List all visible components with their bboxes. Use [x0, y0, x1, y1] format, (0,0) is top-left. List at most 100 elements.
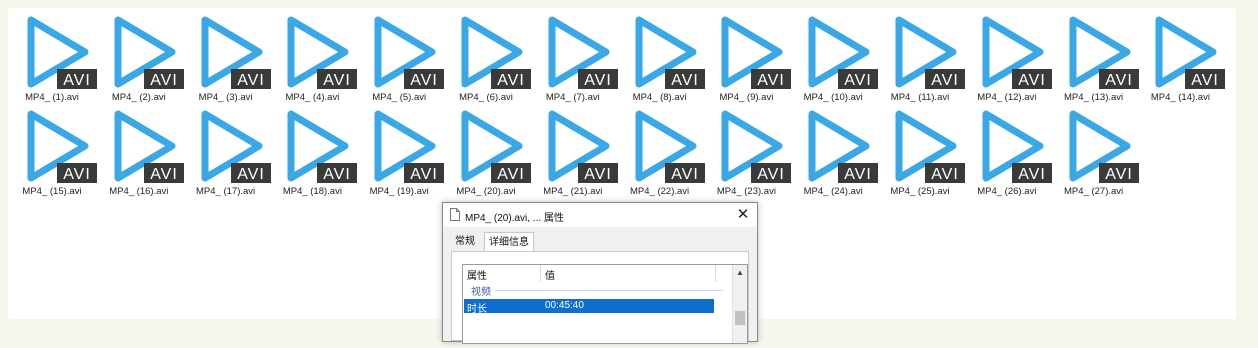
- file-name: MP4_ (7).avi: [545, 92, 600, 103]
- scroll-thumb[interactable]: [735, 311, 745, 325]
- avi-play-icon: AVI: [721, 110, 792, 183]
- avi-badge-label: AVI: [410, 72, 438, 89]
- file-item[interactable]: AVI MP4_ (20).avi: [445, 106, 531, 198]
- properties-dialog: MP4_ (20).avi, ... 属性 ✕ 常规 详细信息 属性 值 视频 …: [442, 202, 758, 344]
- file-name: MP4_ (5).avi: [372, 92, 427, 103]
- avi-badge-label: AVI: [1105, 72, 1133, 89]
- avi-badge-label: AVI: [844, 72, 872, 89]
- avi-play-icon: AVI: [635, 110, 705, 183]
- file-name: MP4_ (21).avi: [543, 186, 603, 197]
- file-item[interactable]: AVI MP4_ (10).avi: [792, 12, 879, 104]
- file-name: MP4_ (11).avi: [890, 92, 950, 103]
- avi-badge-label: AVI: [758, 72, 786, 89]
- avi-badge-label: AVI: [237, 166, 265, 183]
- avi-badge-label: AVI: [497, 72, 525, 89]
- file-item[interactable]: AVI MP4_ (5).avi: [358, 12, 445, 104]
- avi-play-icon: AVI: [374, 16, 445, 89]
- property-value: 00:45:40: [545, 300, 584, 311]
- file-name: MP4_ (25).avi: [890, 186, 950, 197]
- file-icon: [450, 208, 460, 221]
- avi-badge-label: AVI: [931, 72, 959, 89]
- avi-play-icon: AVI: [1155, 16, 1226, 89]
- file-name: MP4_ (18).avi: [282, 186, 342, 197]
- file-item[interactable]: AVI MP4_ (15).avi: [11, 106, 97, 198]
- file-item[interactable]: AVI MP4_ (2).avi: [98, 12, 184, 104]
- avi-badge-label: AVI: [671, 72, 699, 89]
- file-name: MP4_ (4).avi: [285, 92, 340, 103]
- file-name: MP4_ (26).avi: [977, 186, 1037, 197]
- file-item[interactable]: AVI MP4_ (12).avi: [966, 12, 1052, 104]
- file-item[interactable]: AVI MP4_ (4).avi: [271, 12, 358, 104]
- file-name: MP4_ (14).avi: [1150, 92, 1210, 103]
- avi-play-icon: AVI: [461, 16, 531, 89]
- avi-badge-label: AVI: [150, 166, 178, 183]
- details-panel: 属性 值 视频 时长 00:45:40 ▲: [451, 251, 749, 344]
- file-name: MP4_ (1).avi: [25, 92, 79, 103]
- dialog-title: MP4_ (20).avi, ... 属性: [465, 213, 564, 224]
- file-item[interactable]: AVI MP4_ (22).avi: [619, 106, 705, 198]
- file-name: MP4_ (9).avi: [719, 92, 774, 103]
- file-item[interactable]: AVI MP4_ (24).avi: [792, 106, 879, 198]
- avi-play-icon: AVI: [114, 110, 184, 183]
- vertical-scrollbar[interactable]: ▲: [732, 265, 747, 343]
- avi-play-icon: AVI: [721, 16, 792, 89]
- avi-badge-label: AVI: [931, 166, 959, 183]
- file-name: MP4_ (17).avi: [196, 186, 256, 197]
- avi-badge-label: AVI: [584, 72, 612, 89]
- file-item[interactable]: AVI MP4_ (1).avi: [11, 12, 97, 104]
- column-divider[interactable]: [540, 265, 541, 282]
- avi-badge-label: AVI: [63, 72, 91, 89]
- avi-play-icon: AVI: [114, 16, 184, 89]
- tab-details[interactable]: 详细信息: [484, 232, 534, 252]
- avi-badge-label: AVI: [324, 166, 352, 183]
- file-name: MP4_ (24).avi: [803, 186, 863, 197]
- column-header-property[interactable]: 属性: [467, 267, 487, 282]
- dialog-titlebar[interactable]: MP4_ (20).avi, ... 属性 ✕: [443, 203, 757, 227]
- group-header-video: 视频: [471, 287, 491, 298]
- file-item[interactable]: AVI MP4_ (11).avi: [879, 12, 965, 104]
- column-divider[interactable]: [715, 265, 716, 282]
- avi-badge-label: AVI: [324, 72, 352, 89]
- property-row-duration[interactable]: 时长 00:45:40: [464, 299, 714, 315]
- file-name: MP4_ (10).avi: [803, 92, 863, 103]
- file-item[interactable]: AVI MP4_ (27).avi: [1053, 106, 1139, 198]
- avi-play-icon: AVI: [461, 110, 531, 183]
- avi-play-icon: AVI: [1069, 16, 1139, 89]
- file-name: MP4_ (3).avi: [198, 92, 253, 103]
- file-item[interactable]: AVI MP4_ (14).avi: [1139, 12, 1226, 104]
- file-name: MP4_ (15).avi: [22, 186, 82, 197]
- avi-badge-label: AVI: [1018, 166, 1046, 183]
- file-item[interactable]: AVI MP4_ (23).avi: [705, 106, 792, 198]
- avi-badge-label: AVI: [1018, 72, 1046, 89]
- avi-play-icon: AVI: [1069, 110, 1139, 183]
- file-name: MP4_ (8).avi: [632, 92, 687, 103]
- file-item[interactable]: AVI MP4_ (26).avi: [966, 106, 1052, 198]
- file-item[interactable]: AVI MP4_ (19).avi: [358, 106, 445, 198]
- property-list[interactable]: 属性 值 视频 时长 00:45:40 ▲: [462, 264, 748, 344]
- file-name: MP4_ (6).avi: [459, 92, 513, 103]
- file-item[interactable]: AVI MP4_ (18).avi: [271, 106, 358, 198]
- tab-general[interactable]: 常规: [451, 233, 479, 251]
- file-item[interactable]: AVI MP4_ (21).avi: [532, 106, 618, 198]
- avi-badge-label: AVI: [237, 72, 265, 89]
- scroll-up-arrow-icon[interactable]: ▲: [736, 268, 744, 277]
- avi-badge-label: AVI: [584, 166, 612, 183]
- avi-badge-label: AVI: [63, 166, 91, 183]
- file-item[interactable]: AVI MP4_ (25).avi: [879, 106, 965, 198]
- file-name: MP4_ (19).avi: [369, 186, 429, 197]
- avi-badge-label: AVI: [671, 166, 699, 183]
- avi-play-icon: AVI: [287, 16, 358, 89]
- file-item[interactable]: AVI MP4_ (16).avi: [98, 106, 184, 198]
- avi-play-icon: AVI: [982, 110, 1052, 183]
- avi-play-icon: AVI: [548, 110, 618, 183]
- file-item[interactable]: AVI MP4_ (3).avi: [185, 12, 271, 104]
- close-button[interactable]: ✕: [729, 203, 757, 227]
- file-item[interactable]: AVI MP4_ (9).avi: [705, 12, 792, 104]
- column-header-value[interactable]: 值: [545, 267, 555, 282]
- file-item[interactable]: AVI MP4_ (7).avi: [532, 12, 618, 104]
- group-divider: [495, 290, 723, 291]
- file-item[interactable]: AVI MP4_ (13).avi: [1053, 12, 1139, 104]
- file-item[interactable]: AVI MP4_ (17).avi: [185, 106, 271, 198]
- file-item[interactable]: AVI MP4_ (8).avi: [619, 12, 705, 104]
- file-item[interactable]: AVI MP4_ (6).avi: [445, 12, 531, 104]
